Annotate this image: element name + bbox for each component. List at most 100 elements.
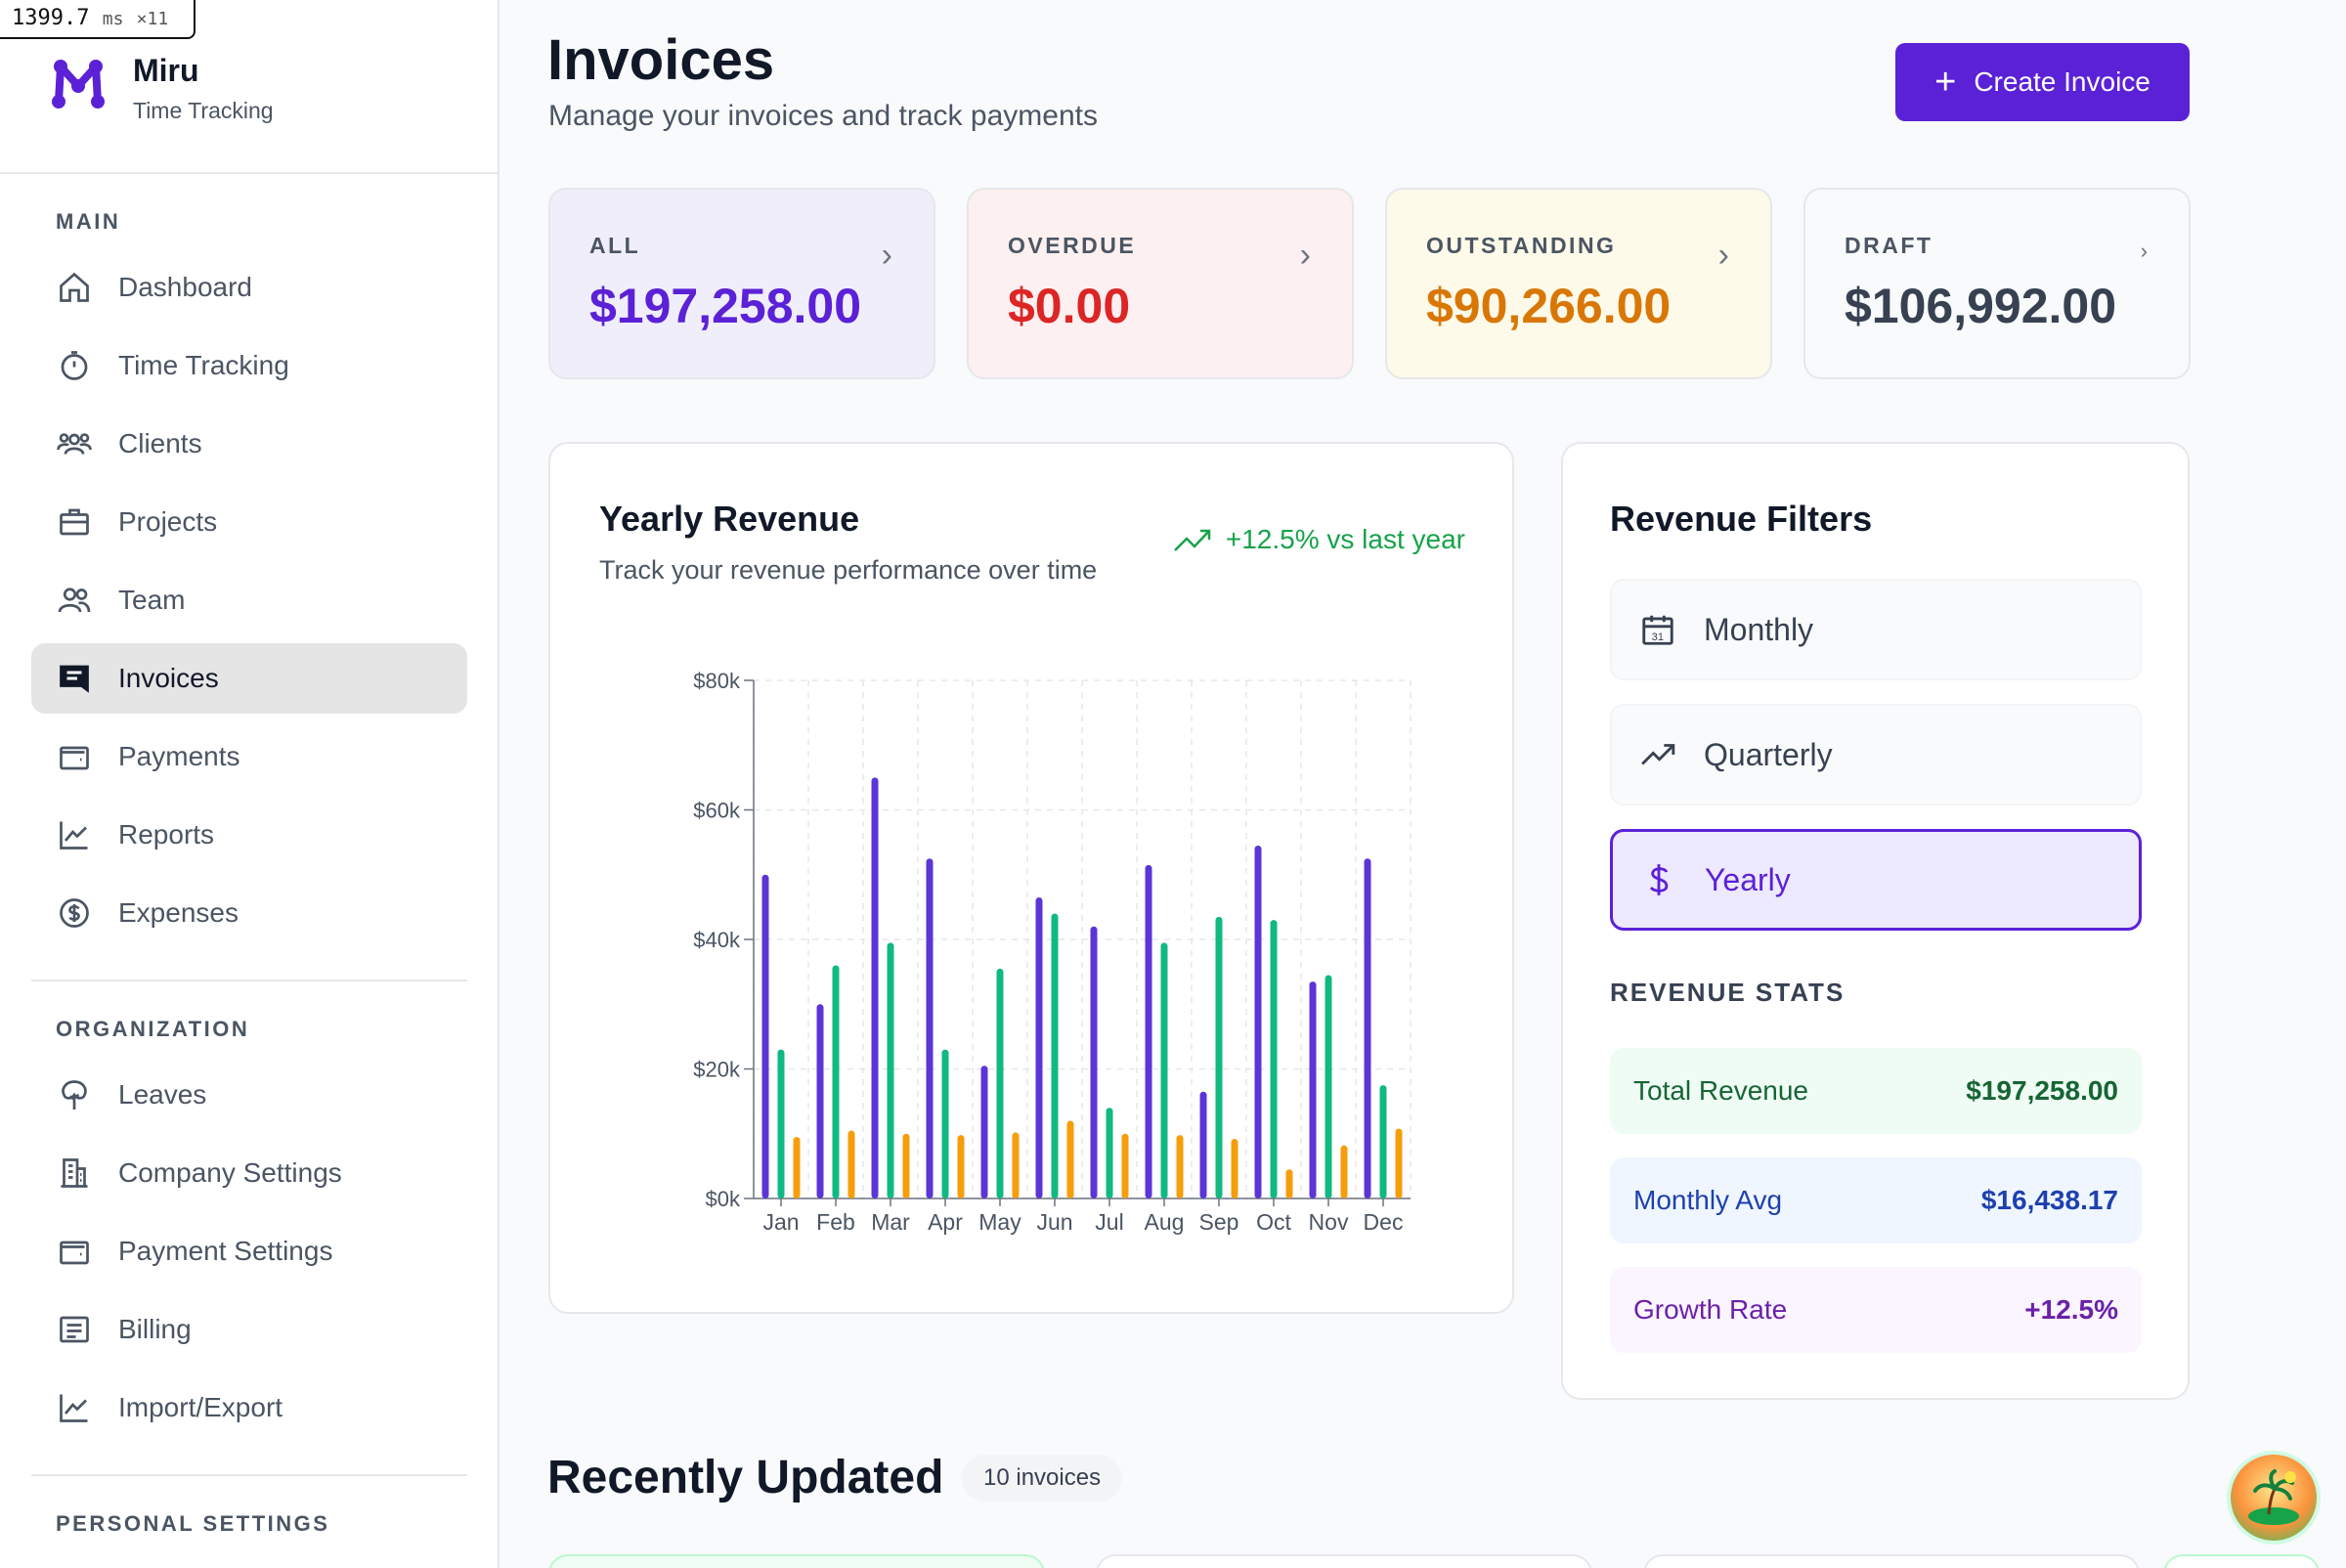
x-tick-label: Jan bbox=[762, 1209, 799, 1235]
dollar-icon bbox=[1649, 864, 1669, 895]
stat-row-value: +12.5% bbox=[2024, 1294, 2118, 1325]
bar bbox=[1215, 916, 1223, 1198]
invoice-count-badge: 10 invoices bbox=[962, 1455, 1123, 1502]
invoice-card[interactable] bbox=[548, 1554, 1045, 1568]
invoice-card[interactable] bbox=[2163, 1554, 2320, 1568]
bar bbox=[941, 1049, 949, 1198]
sidebar-item-label: Invoices bbox=[118, 663, 219, 693]
sidebar-item-payment-settings[interactable]: Payment Settings bbox=[31, 1216, 467, 1286]
stat-value: $197,258.00 bbox=[589, 279, 862, 333]
perf-value: 1399.7 bbox=[12, 6, 90, 30]
miru-logo-icon bbox=[52, 60, 105, 109]
x-tick-label: Mar bbox=[871, 1209, 910, 1235]
sidebar-item-label: Billing bbox=[118, 1314, 192, 1344]
stat-card-draft[interactable]: DRAFT $106,992.00 › bbox=[1803, 188, 2191, 379]
trending-up-icon bbox=[1173, 529, 1211, 551]
stat-value: $106,992.00 bbox=[1845, 279, 2117, 333]
sidebar-item-billing[interactable]: Billing bbox=[31, 1294, 467, 1365]
revenue-filters-panel: Revenue Filters 31 Monthly Quarterly Yea… bbox=[1561, 442, 2190, 1400]
bar bbox=[1012, 1132, 1020, 1198]
stat-row-growth-rate: Growth Rate +12.5% bbox=[1610, 1267, 2142, 1353]
page-subtitle: Manage your invoices and track payments bbox=[548, 100, 1098, 132]
sidebar-item-clients[interactable]: Clients bbox=[31, 409, 467, 479]
sidebar-item-dashboard[interactable]: Dashboard bbox=[31, 252, 467, 323]
brand-name: Miru bbox=[133, 53, 199, 88]
bar bbox=[1145, 864, 1152, 1198]
stat-value: $0.00 bbox=[1008, 279, 1131, 333]
brand-subtitle: Time Tracking bbox=[133, 98, 274, 123]
filter-yearly-button[interactable]: Yearly bbox=[1610, 829, 2142, 931]
sidebar-item-label: Time Tracking bbox=[118, 350, 289, 380]
chevron-right-icon: › bbox=[881, 237, 892, 274]
sidebar: 1399.7 ms ×11 Miru Time Tracking MAIN Da… bbox=[0, 0, 500, 1568]
stat-row-value: $16,438.17 bbox=[1980, 1185, 2118, 1215]
sidebar-item-label: Expenses bbox=[118, 897, 239, 928]
filter-monthly-button[interactable]: 31 Monthly bbox=[1610, 579, 2142, 680]
y-tick-label: $40k bbox=[693, 928, 741, 952]
perf-unit: ms bbox=[102, 9, 124, 29]
plus-icon: + bbox=[1934, 62, 1957, 103]
section-personal-settings-title: PERSONAL SETTINGS bbox=[56, 1511, 330, 1536]
y-tick-label: $20k bbox=[693, 1058, 741, 1082]
stat-value: $90,266.00 bbox=[1426, 279, 1672, 333]
sidebar-item-import-export[interactable]: Import/Export bbox=[31, 1372, 467, 1443]
chart-line-icon bbox=[56, 816, 93, 853]
chart-line-icon bbox=[56, 1389, 93, 1426]
filter-quarterly-button[interactable]: Quarterly bbox=[1610, 704, 2142, 806]
chevron-right-icon: › bbox=[1717, 237, 1729, 274]
x-tick-label: Aug bbox=[1145, 1209, 1185, 1235]
y-tick-label: $80k bbox=[693, 669, 741, 693]
svg-text:31: 31 bbox=[1652, 632, 1664, 643]
dollar-circle-icon bbox=[56, 894, 93, 932]
sidebar-item-label: Team bbox=[118, 585, 186, 615]
chart-title: Yearly Revenue bbox=[599, 499, 860, 539]
chart-subtitle: Track your revenue performance over time bbox=[599, 555, 1098, 585]
perf-count: ×11 bbox=[136, 9, 169, 29]
bar bbox=[1066, 1120, 1074, 1198]
bar bbox=[1051, 913, 1059, 1198]
bar bbox=[1325, 975, 1332, 1198]
bar bbox=[1379, 1085, 1387, 1198]
bar bbox=[1270, 920, 1278, 1198]
sidebar-item-team[interactable]: Team bbox=[31, 565, 467, 635]
home-icon bbox=[56, 269, 93, 306]
sidebar-item-label: Dashboard bbox=[118, 272, 252, 302]
sidebar-item-projects[interactable]: Projects bbox=[31, 487, 467, 557]
sidebar-item-label: Company Settings bbox=[118, 1157, 342, 1188]
stat-label: OUTSTANDING bbox=[1426, 233, 1617, 258]
stat-card-overdue[interactable]: OVERDUE $0.00 › bbox=[967, 188, 1354, 379]
invoice-icon bbox=[56, 660, 93, 697]
x-tick-label: Dec bbox=[1364, 1209, 1404, 1235]
sidebar-item-leaves[interactable]: Leaves bbox=[31, 1060, 467, 1130]
bar bbox=[1395, 1128, 1403, 1198]
sidebar-item-label: Import/Export bbox=[118, 1392, 283, 1422]
x-tick-label: Sep bbox=[1199, 1209, 1239, 1235]
sidebar-item-reports[interactable]: Reports bbox=[31, 800, 467, 870]
sidebar-item-time-tracking[interactable]: Time Tracking bbox=[31, 330, 467, 401]
stat-label: OVERDUE bbox=[1008, 233, 1137, 258]
invoice-card[interactable] bbox=[1643, 1554, 2140, 1568]
invoice-card[interactable] bbox=[1096, 1554, 1592, 1568]
sidebar-item-expenses[interactable]: Expenses bbox=[31, 878, 467, 948]
x-tick-label: Apr bbox=[928, 1209, 963, 1235]
tree-icon bbox=[56, 1076, 93, 1113]
sidebar-item-payments[interactable]: Payments bbox=[31, 721, 467, 792]
growth-text: +12.5% vs last year bbox=[1225, 524, 1465, 554]
bar bbox=[996, 968, 1004, 1198]
perf-overlay: 1399.7 ms ×11 bbox=[0, 0, 196, 39]
trending-up-icon bbox=[1641, 744, 1675, 765]
sidebar-item-invoices[interactable]: Invoices bbox=[31, 643, 467, 714]
bar bbox=[793, 1137, 801, 1198]
bar bbox=[1035, 896, 1043, 1198]
sidebar-divider bbox=[31, 980, 467, 981]
stat-label: DRAFT bbox=[1845, 233, 1933, 258]
sidebar-item-company-settings[interactable]: Company Settings bbox=[31, 1138, 467, 1208]
bar bbox=[902, 1133, 910, 1198]
yearly-revenue-panel: Yearly Revenue Track your revenue perfor… bbox=[548, 442, 1514, 1314]
create-invoice-button[interactable]: + Create Invoice bbox=[1895, 43, 2190, 121]
stat-card-all[interactable]: ALL $197,258.00 › bbox=[548, 188, 935, 379]
avatar[interactable] bbox=[2227, 1451, 2321, 1545]
y-tick-label: $0k bbox=[706, 1187, 741, 1211]
sidebar-item-label: Projects bbox=[118, 506, 218, 537]
stat-card-outstanding[interactable]: OUTSTANDING $90,266.00 › bbox=[1385, 188, 1772, 379]
